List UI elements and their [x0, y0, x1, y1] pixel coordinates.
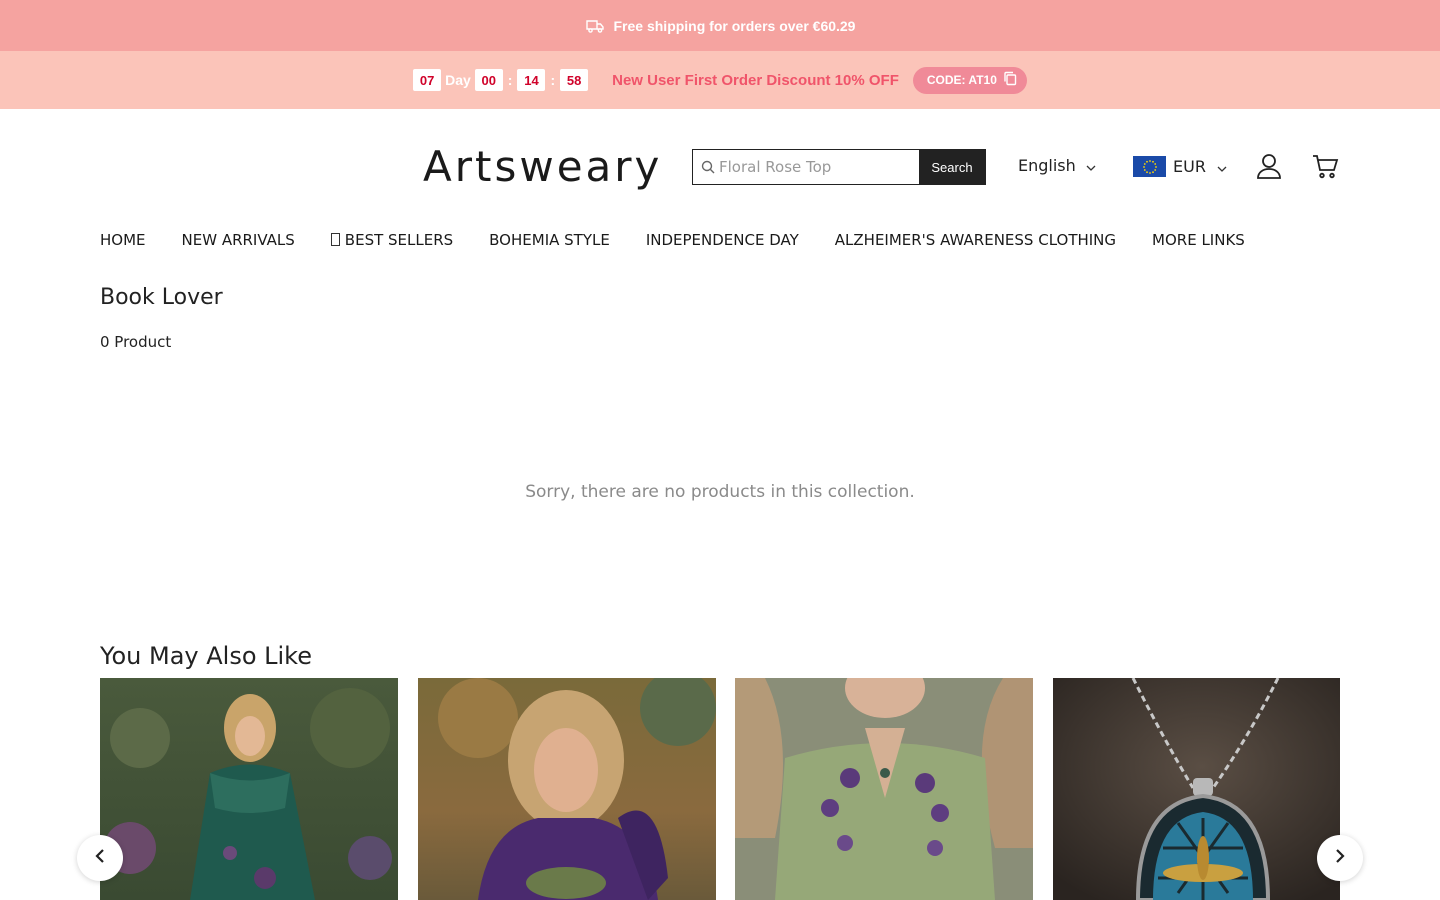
promo-text: New User First Order Discount 10% OFF [612, 71, 899, 89]
product-carousel [100, 678, 1340, 900]
search-bar: Search [692, 149, 986, 185]
product-image-purple-hoodie [418, 678, 716, 900]
copy-code-button[interactable]: CODE: AT10 [912, 66, 1027, 94]
nav-home[interactable]: HOME [100, 231, 146, 249]
search-button[interactable]: Search [919, 150, 985, 184]
countdown-minutes: 14 [517, 69, 546, 91]
logo-text: Artsweary [423, 142, 663, 191]
countdown-banner: 07 Day 00 : 14 : 58 New User First Order… [0, 51, 1440, 109]
shipping-text: Free shipping for orders over €60.29 [613, 17, 856, 34]
empty-collection-message: Sorry, there are no products in this col… [525, 482, 915, 502]
product-image-green-blouse [735, 678, 1033, 900]
search-icon [693, 150, 719, 184]
nav-best-sellers[interactable]: BEST SELLERS [330, 231, 454, 249]
product-count: 0 Product [100, 333, 172, 351]
nav-more-links[interactable]: MORE LINKS [1152, 231, 1245, 249]
nav-bohemia-style[interactable]: BOHEMIA STYLE [489, 231, 610, 249]
nav-independence-day[interactable]: INDEPENDENCE DAY [646, 231, 799, 249]
truck-icon [585, 18, 605, 34]
language-label: English [1018, 156, 1076, 175]
currency-selector[interactable]: EUR [1133, 156, 1227, 177]
missing-glyph-icon [330, 233, 340, 246]
user-icon [1255, 154, 1283, 184]
nav-best-sellers-label: BEST SELLERS [344, 231, 454, 249]
nav-new-arrivals[interactable]: NEW ARRIVALS [182, 231, 295, 249]
nav-alzheimers-awareness[interactable]: ALZHEIMER'S AWARENESS CLOTHING [835, 231, 1116, 249]
eu-flag-icon [1133, 156, 1166, 177]
countdown-hours: 00 [474, 69, 503, 91]
product-image-green-dress [100, 678, 398, 900]
copy-icon [1003, 71, 1017, 89]
cart-button[interactable] [1311, 152, 1339, 185]
code-label: CODE: AT10 [926, 73, 997, 87]
site-logo[interactable]: Artsweary [423, 139, 662, 195]
countdown-seconds: 58 [560, 69, 589, 91]
shipping-banner: Free shipping for orders over €60.29 [0, 0, 1440, 51]
chevron-down-icon [1217, 157, 1227, 176]
countdown-days: 07 [413, 69, 442, 91]
product-card[interactable] [735, 678, 1033, 900]
page-title: Book Lover [100, 285, 223, 310]
carousel-prev-button[interactable] [77, 835, 123, 881]
countdown-separator: : [550, 72, 556, 88]
chevron-right-icon [1335, 848, 1345, 868]
search-input[interactable] [719, 150, 919, 184]
carousel-next-button[interactable] [1317, 835, 1363, 881]
language-selector[interactable]: English [1018, 156, 1096, 175]
chevron-down-icon [1086, 156, 1096, 175]
countdown-timer: 07 Day 00 : 14 : 58 [413, 69, 589, 91]
product-card[interactable] [418, 678, 716, 900]
countdown-day-label: Day [445, 72, 471, 88]
product-image-necklace [1053, 678, 1340, 900]
chevron-left-icon [95, 848, 105, 868]
currency-label: EUR [1173, 157, 1206, 176]
countdown-separator: : [507, 72, 513, 88]
product-card[interactable] [1053, 678, 1340, 900]
recommendations-title: You May Also Like [100, 642, 312, 670]
cart-icon [1311, 155, 1339, 184]
product-card[interactable] [100, 678, 398, 900]
main-nav: HOME NEW ARRIVALS BEST SELLERS BOHEMIA S… [100, 231, 1245, 249]
account-button[interactable] [1255, 152, 1283, 185]
